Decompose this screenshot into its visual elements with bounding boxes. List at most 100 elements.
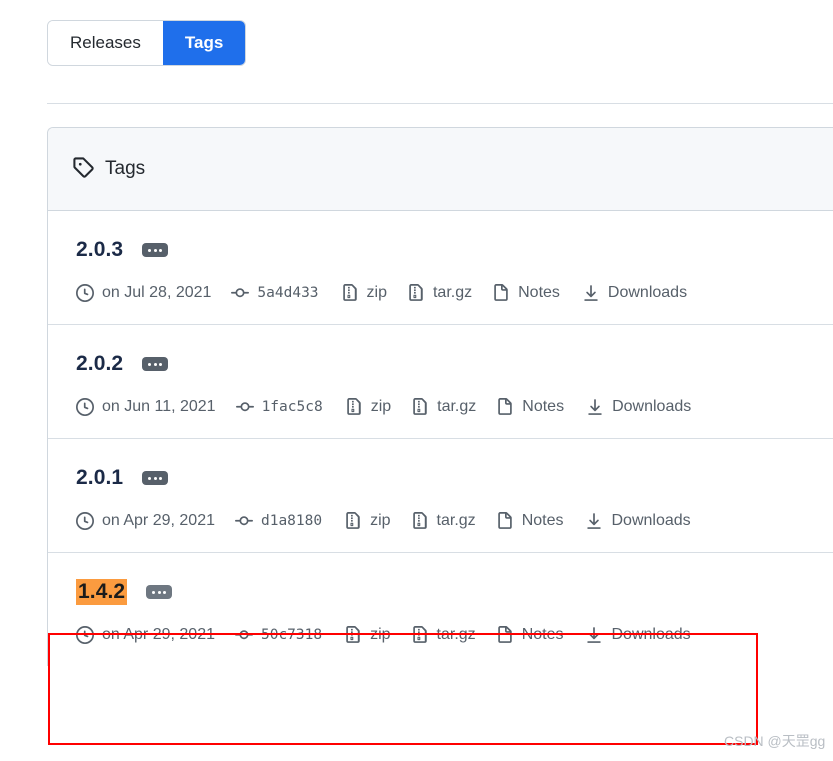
tag-notes-link[interactable]: Notes — [496, 512, 564, 530]
tag-name-line: 2.0.2 — [76, 351, 833, 377]
tag-targz-link[interactable]: tar.gz — [411, 626, 476, 644]
tag-commit-hash: d1a8180 — [260, 513, 323, 529]
header-divider — [47, 103, 833, 104]
download-icon — [585, 626, 603, 644]
tab-releases[interactable]: Releases — [48, 21, 163, 65]
tag-meta-line: on Jul 28, 2021 5a4d433 zip tar.gz Notes… — [76, 284, 833, 302]
tag-zip-label: zip — [370, 512, 391, 529]
release-tag-switcher: Releases Tags — [47, 20, 247, 66]
tag-meta-line: on Apr 29, 2021 50c7318 zip tar.gz Notes… — [76, 626, 833, 644]
tag-targz-label: tar.gz — [436, 626, 476, 643]
clock-icon — [76, 626, 94, 644]
tag-zip-label: zip — [366, 284, 387, 301]
tag-downloads-link[interactable]: Downloads — [586, 398, 691, 416]
tags-card: Tags 2.0.3 on Jul 28, 2021 5a4d433 zip t… — [47, 127, 833, 666]
kebab-dots-icon[interactable] — [142, 471, 169, 485]
download-icon — [585, 512, 603, 530]
tag-zip-label: zip — [370, 398, 392, 415]
tag-date-text: on Apr 29, 2021 — [102, 512, 215, 529]
tag-date: on Jul 28, 2021 — [76, 284, 211, 302]
tags-card-title: Tags — [105, 158, 146, 179]
file-page-icon — [492, 284, 510, 302]
kebab-dots-icon[interactable] — [142, 357, 169, 371]
clock-icon — [76, 512, 94, 530]
tag-date-text: on Apr 29, 2021 — [102, 626, 215, 643]
tag-downloads-link[interactable]: Downloads — [585, 626, 691, 644]
commit-icon — [235, 398, 254, 416]
tag-name-line: 1.4.2 — [76, 579, 833, 605]
commit-icon — [234, 626, 253, 644]
file-zip-icon — [411, 626, 429, 644]
commit-icon — [231, 284, 250, 302]
tag-commit[interactable]: 1fac5c8 — [235, 398, 323, 416]
table-row: 2.0.3 on Jul 28, 2021 5a4d433 zip tar.gz… — [48, 211, 833, 325]
tag-targz-label: tar.gz — [436, 512, 476, 529]
table-row: 2.0.1 on Apr 29, 2021 d1a8180 zip tar.gz… — [48, 439, 833, 553]
tag-targz-link[interactable]: tar.gz — [411, 512, 476, 530]
tag-commit-hash: 1fac5c8 — [261, 399, 323, 415]
tag-notes-label: Notes — [521, 626, 564, 643]
tag-meta-line: on Jun 11, 2021 1fac5c8 zip tar.gz Notes… — [76, 398, 833, 416]
tag-notes-link[interactable]: Notes — [496, 398, 564, 416]
tag-downloads-label: Downloads — [607, 284, 688, 301]
tag-downloads-label: Downloads — [611, 626, 691, 643]
tag-downloads-link[interactable]: Downloads — [582, 284, 687, 302]
tag-zip-link[interactable]: zip — [344, 512, 391, 530]
tag-icon — [72, 156, 94, 183]
tag-targz-label: tar.gz — [432, 284, 473, 301]
tag-date: on Apr 29, 2021 — [76, 626, 215, 644]
tag-zip-link[interactable]: zip — [341, 284, 387, 302]
file-zip-icon — [411, 512, 429, 530]
tag-notes-link[interactable]: Notes — [496, 626, 564, 644]
tag-commit[interactable]: d1a8180 — [234, 512, 323, 530]
tag-zip-label: zip — [370, 626, 391, 643]
file-zip-icon — [344, 512, 362, 530]
tag-notes-label: Notes — [518, 284, 560, 301]
tag-version-link[interactable]: 2.0.1 — [76, 466, 123, 490]
tag-commit[interactable]: 5a4d433 — [231, 284, 319, 302]
table-row: 1.4.2 on Apr 29, 2021 50c7318 zip tar.gz… — [48, 553, 833, 666]
kebab-dots-icon[interactable] — [142, 243, 169, 257]
tag-notes-link[interactable]: Notes — [492, 284, 560, 302]
tag-zip-link[interactable]: zip — [344, 626, 391, 644]
tag-zip-link[interactable]: zip — [345, 398, 391, 416]
tag-name-line: 2.0.3 — [76, 237, 833, 263]
tags-card-header: Tags — [48, 128, 833, 211]
tag-targz-link[interactable]: tar.gz — [407, 284, 472, 302]
tag-targz-link[interactable]: tar.gz — [411, 398, 476, 416]
tab-group: Releases Tags — [47, 20, 247, 66]
download-icon — [586, 398, 604, 416]
file-zip-icon — [407, 284, 425, 302]
download-icon — [582, 284, 600, 302]
tag-date-text: on Jun 11, 2021 — [102, 398, 216, 415]
kebab-dots-icon[interactable] — [146, 585, 173, 599]
file-page-icon — [496, 398, 514, 416]
clock-icon — [76, 398, 94, 416]
tag-date: on Apr 29, 2021 — [76, 512, 215, 530]
tag-name-line: 2.0.1 — [76, 465, 833, 491]
tag-notes-label: Notes — [521, 512, 564, 529]
file-zip-icon — [344, 626, 362, 644]
watermark: CSDN @天罡gg — [724, 733, 826, 749]
tag-meta-line: on Apr 29, 2021 d1a8180 zip tar.gz Notes… — [76, 512, 833, 530]
tag-version-link[interactable]: 1.4.2 — [76, 579, 128, 605]
file-page-icon — [496, 512, 514, 530]
file-page-icon — [496, 626, 514, 644]
tag-downloads-link[interactable]: Downloads — [585, 512, 691, 530]
tag-commit[interactable]: 50c7318 — [234, 626, 323, 644]
tag-downloads-label: Downloads — [611, 512, 691, 529]
tag-version-link[interactable]: 2.0.2 — [76, 352, 123, 376]
tag-date: on Jun 11, 2021 — [76, 398, 216, 416]
file-zip-icon — [411, 398, 429, 416]
tag-commit-hash: 5a4d433 — [257, 285, 319, 301]
file-zip-icon — [341, 284, 359, 302]
tab-tags[interactable]: Tags — [162, 21, 246, 65]
tag-commit-hash: 50c7318 — [260, 627, 323, 643]
tag-version-link[interactable]: 2.0.3 — [76, 238, 123, 262]
clock-icon — [76, 284, 94, 302]
tag-targz-label: tar.gz — [437, 398, 477, 415]
commit-icon — [234, 512, 253, 530]
tag-downloads-label: Downloads — [612, 398, 692, 415]
file-zip-icon — [345, 398, 363, 416]
tag-date-text: on Jul 28, 2021 — [102, 284, 212, 301]
